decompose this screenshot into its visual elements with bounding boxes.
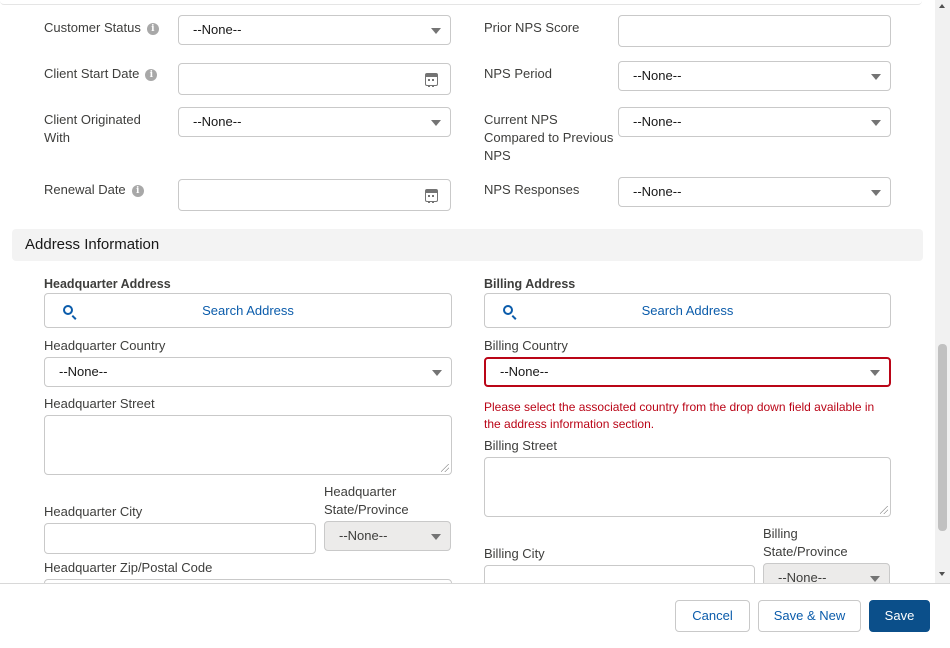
client-start-date-label: Client Start Date i xyxy=(44,65,158,83)
hq-zip-label: Headquarter Zip/Postal Code xyxy=(44,560,213,575)
chevron-down-icon xyxy=(431,534,441,540)
hq-city-label: Headquarter City xyxy=(44,504,143,519)
save-and-new-button[interactable]: Save & New xyxy=(758,600,861,632)
cancel-button[interactable]: Cancel xyxy=(675,600,750,632)
prior-nps-label: Prior NPS Score xyxy=(484,20,580,35)
scroll-up-icon[interactable] xyxy=(939,4,945,8)
scrollbar-thumb[interactable] xyxy=(938,344,947,531)
chevron-down-icon xyxy=(871,190,881,196)
billing-country-select[interactable]: --None-- xyxy=(484,357,891,387)
billing-search-address-button[interactable]: Search Address xyxy=(484,293,891,328)
resize-handle-icon[interactable] xyxy=(880,506,888,514)
client-originated-select[interactable]: --None-- xyxy=(178,107,451,137)
billing-country-label: Billing Country xyxy=(484,338,568,353)
chevron-down-icon xyxy=(870,576,880,582)
billing-street-textarea[interactable] xyxy=(484,457,891,517)
billing-street-label: Billing Street xyxy=(484,438,557,453)
client-start-date-input[interactable] xyxy=(178,63,451,95)
hq-country-select[interactable]: --None-- xyxy=(44,357,452,387)
search-icon xyxy=(503,305,513,315)
modal-footer: Cancel Save & New Save xyxy=(0,583,950,648)
card-top-edge xyxy=(0,0,922,5)
renewal-date-label: Renewal Date i xyxy=(44,181,144,199)
save-button[interactable]: Save xyxy=(869,600,930,632)
client-originated-label: Client Originated With xyxy=(44,112,141,145)
nps-responses-select[interactable]: --None-- xyxy=(618,177,891,207)
info-icon[interactable]: i xyxy=(145,69,158,81)
resize-handle-icon[interactable] xyxy=(441,464,449,472)
nps-period-select[interactable]: --None-- xyxy=(618,61,891,91)
hq-city-input[interactable] xyxy=(44,523,316,554)
info-icon[interactable]: i xyxy=(131,185,144,197)
hq-search-address-button[interactable]: Search Address xyxy=(44,293,452,328)
customer-status-select[interactable]: --None-- xyxy=(178,15,451,45)
chevron-down-icon xyxy=(870,370,880,376)
billing-state-label: Billing State/Province xyxy=(763,526,848,559)
section-header-address[interactable]: Address Information xyxy=(12,229,923,261)
current-nps-select[interactable]: --None-- xyxy=(618,107,891,137)
current-nps-label: Current NPS Compared to Previous NPS xyxy=(484,112,614,163)
chevron-down-icon xyxy=(432,370,442,376)
hq-state-label: Headquarter State/Province xyxy=(324,484,409,517)
hq-street-label: Headquarter Street xyxy=(44,396,155,411)
search-icon xyxy=(63,305,73,315)
chevron-down-icon xyxy=(871,74,881,80)
renewal-date-input[interactable] xyxy=(178,179,451,211)
customer-status-label: Customer Status i xyxy=(44,19,159,37)
chevron-down-icon xyxy=(431,120,441,126)
info-icon[interactable]: i xyxy=(146,23,159,35)
nps-period-label: NPS Period xyxy=(484,66,552,81)
scroll-down-icon[interactable] xyxy=(939,572,945,576)
nps-responses-label: NPS Responses xyxy=(484,182,580,197)
calendar-icon[interactable] xyxy=(425,73,438,87)
billing-address-heading: Billing Address xyxy=(484,277,576,291)
hq-state-select[interactable]: --None-- xyxy=(324,521,451,551)
chevron-down-icon xyxy=(431,28,441,34)
chevron-down-icon xyxy=(871,120,881,126)
prior-nps-input[interactable] xyxy=(618,15,891,47)
billing-city-label: Billing City xyxy=(484,546,545,561)
calendar-icon[interactable] xyxy=(425,189,438,203)
hq-street-textarea[interactable] xyxy=(44,415,452,475)
billing-country-error: Please select the associated country fro… xyxy=(484,400,875,431)
hq-address-heading: Headquarter Address xyxy=(44,277,171,291)
hq-country-label: Headquarter Country xyxy=(44,338,166,353)
